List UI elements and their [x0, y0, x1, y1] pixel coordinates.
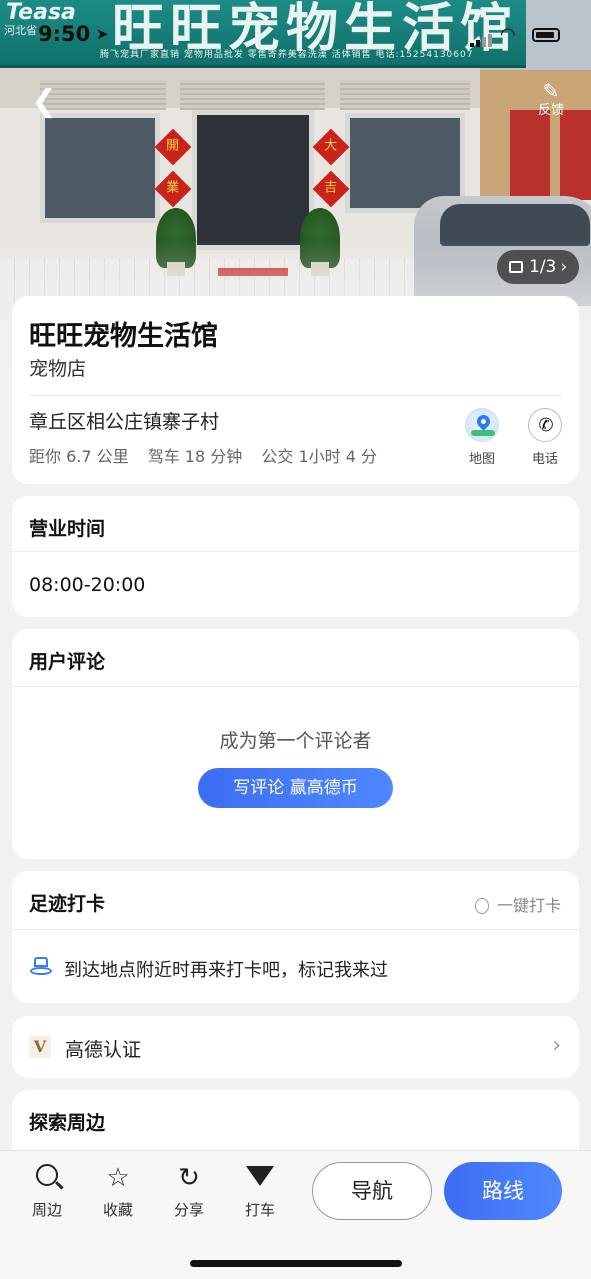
edit-icon: ✎: [542, 79, 560, 103]
travel-summary: 距你 6.7 公里 驾车 18 分钟 公交 1小时 4 分: [29, 443, 391, 467]
favorite-label: 收藏: [102, 1201, 133, 1219]
map-label: 地图: [468, 452, 495, 467]
chevron-right-icon: ›: [560, 257, 568, 277]
nearby-tab[interactable]: 周边: [22, 1163, 72, 1220]
divider: [12, 551, 579, 552]
shutter: [180, 80, 325, 110]
storefront-door: [192, 110, 314, 250]
search-icon: [22, 1163, 72, 1193]
quick-checkin-button[interactable]: 一键打卡: [474, 892, 561, 916]
section-title: 探索周边: [29, 1112, 106, 1134]
distance-text: 距你 6.7 公里: [29, 447, 129, 466]
verified-badge-icon: V: [29, 1036, 51, 1058]
reviews-card: 用户评论 成为第一个评论者 写评论 赢高德币: [12, 629, 579, 859]
couplet-decoration: 吉: [312, 170, 350, 208]
route-button[interactable]: 路线: [444, 1162, 562, 1220]
shutter: [340, 80, 470, 110]
photo-counter-button[interactable]: 1/3 ›: [497, 250, 579, 284]
chevron-right-icon: ›: [552, 1033, 561, 1058]
phone-icon: ✆: [528, 408, 562, 442]
divider: [29, 395, 562, 396]
phone-label: 电话: [531, 452, 558, 467]
couplet-decoration: 大: [312, 128, 350, 166]
share-icon: ↻: [178, 1163, 200, 1193]
business-hours-card: 营业时间 08:00-20:00: [12, 496, 579, 617]
battery-icon: [532, 28, 560, 42]
amap-verification-row[interactable]: V 高德认证 ›: [12, 1016, 579, 1078]
verification-label: 高德认证: [65, 1039, 142, 1061]
section-title: 用户评论: [29, 651, 106, 673]
taxi-label: 打车: [244, 1201, 275, 1219]
chevron-left-icon: ❮: [31, 84, 57, 119]
location-arrow-icon: ➤: [96, 25, 109, 43]
checkin-tip: 到达地点附近时再来打卡吧，标记我来过: [64, 960, 388, 981]
status-time: 9:50: [38, 22, 91, 46]
section-title: 营业时间: [29, 518, 106, 540]
couplet-decoration: 開: [154, 128, 192, 166]
write-review-button[interactable]: 写评论 赢高德币: [198, 768, 393, 808]
quick-checkin-label: 一键打卡: [496, 896, 561, 915]
favorite-tab[interactable]: ☆ 收藏: [93, 1163, 143, 1220]
poi-info-card: 旺旺宠物生活馆 宠物店 章丘区相公庄镇寨子村 距你 6.7 公里 驾车 18 分…: [12, 296, 579, 484]
section-title: 足迹打卡: [29, 893, 106, 915]
checkin-card: 足迹打卡 一键打卡 到达地点附近时再来打卡吧，标记我来过: [12, 871, 579, 1003]
photo-counter-text: 1/3: [529, 257, 557, 277]
divider: [12, 686, 579, 687]
map-button[interactable]: 地图: [457, 408, 507, 467]
share-tab[interactable]: ↻ 分享: [164, 1163, 214, 1220]
image-icon: [509, 261, 523, 273]
feedback-label: 反馈: [537, 103, 564, 118]
footprint-icon: [30, 957, 52, 979]
business-hours-value: 08:00-20:00: [29, 574, 146, 596]
drive-time-text: 驾车 18 分钟: [147, 447, 243, 466]
location-check-icon: [474, 898, 489, 914]
cellular-signal-icon: [470, 28, 494, 47]
transit-time-text: 公交 1小时 4 分: [261, 447, 377, 466]
couplet-decoration: 業: [154, 170, 192, 208]
divider: [12, 929, 579, 930]
taxi-icon: [235, 1163, 285, 1193]
map-icon: [465, 408, 499, 442]
storefront-window: [40, 113, 160, 223]
wifi-icon: ◠: [500, 24, 516, 45]
status-bar: 9:50 ➤ ◠: [0, 0, 591, 54]
home-indicator: [190, 1260, 402, 1267]
poi-name: 旺旺宠物生活馆: [29, 321, 218, 352]
taxi-tab[interactable]: 打车: [235, 1163, 285, 1220]
share-label: 分享: [173, 1201, 204, 1219]
star-icon: ☆: [106, 1163, 130, 1193]
feedback-button[interactable]: ✎ 反馈: [530, 80, 572, 124]
nearby-label: 周边: [31, 1201, 62, 1219]
poi-address[interactable]: 章丘区相公庄镇寨子村: [29, 407, 219, 434]
navigate-button[interactable]: 导航: [312, 1162, 432, 1220]
phone-button[interactable]: ✆ 电话: [520, 408, 570, 467]
poi-category: 宠物店: [29, 358, 87, 380]
reviews-empty-text: 成为第一个评论者: [219, 730, 372, 752]
back-button[interactable]: ❮: [26, 84, 62, 120]
